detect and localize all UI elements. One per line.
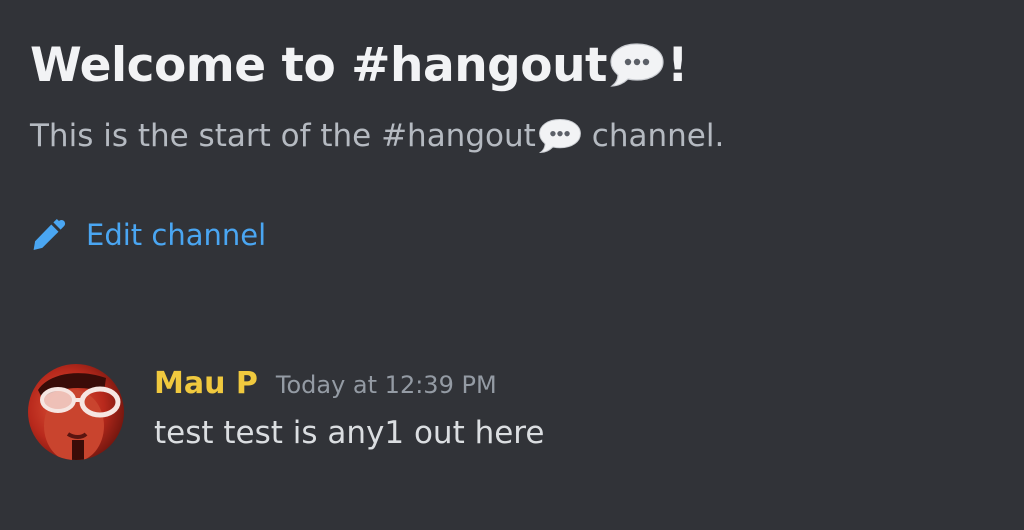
speech-bubble-icon xyxy=(538,116,582,156)
edit-channel-label: Edit channel xyxy=(86,218,267,252)
welcome-title: Welcome to #hangout! xyxy=(30,34,990,98)
message-item: Mau P Today at 12:39 PM test test is any… xyxy=(28,364,1008,464)
message-author[interactable]: Mau P xyxy=(154,366,258,401)
message-body: Mau P Today at 12:39 PM test test is any… xyxy=(154,366,544,451)
welcome-title-text: Welcome to #hangout xyxy=(30,38,608,93)
speech-bubble-icon xyxy=(609,40,665,90)
channel-welcome: Welcome to #hangout! This is the start o… xyxy=(30,34,990,158)
welcome-title-suffix: ! xyxy=(667,38,688,93)
channel-start-prefix: This is the start of the #hangout xyxy=(30,118,536,154)
channel-start-text: This is the start of the #hangout channel… xyxy=(30,116,990,158)
pencil-icon xyxy=(33,218,66,250)
avatar[interactable] xyxy=(28,364,124,460)
channel-start-suffix: channel. xyxy=(591,118,725,154)
message-timestamp: Today at 12:39 PM xyxy=(275,371,497,399)
edit-channel-button[interactable]: Edit channel xyxy=(30,212,266,258)
message-header: Mau P Today at 12:39 PM xyxy=(154,366,544,401)
message-text: test test is any1 out here xyxy=(154,415,545,451)
